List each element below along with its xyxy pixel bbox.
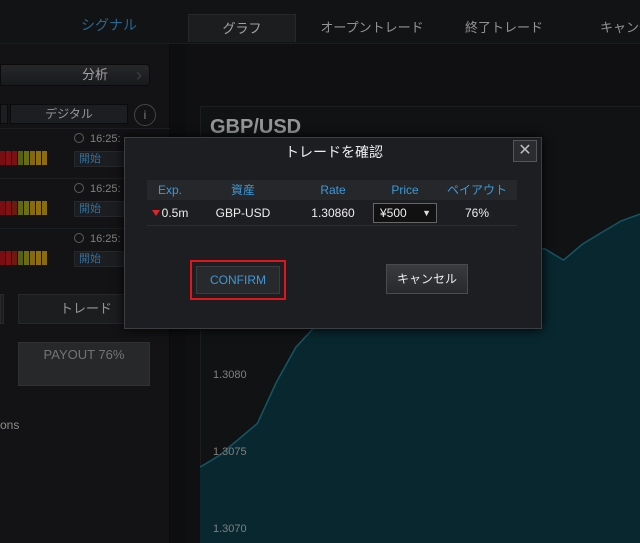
header-price: Price bbox=[391, 183, 419, 197]
exp-cell: 0.5m bbox=[147, 200, 193, 225]
rate-cell: 1.30860 bbox=[311, 206, 355, 220]
payout-cell: 76% bbox=[464, 206, 490, 220]
cancel-button[interactable]: キャンセル bbox=[386, 264, 468, 294]
header-asset: 資産 bbox=[230, 183, 255, 197]
table-row: 0.5m GBP-USD 1.30860 ¥500 ▼ 76% bbox=[147, 200, 517, 226]
header-rate: Rate bbox=[320, 183, 346, 197]
dialog-title: トレードを確認 bbox=[285, 144, 383, 160]
header-payout: ペイアウト bbox=[446, 183, 507, 197]
price-cell: ¥500 ▼ bbox=[373, 200, 437, 225]
header-exp: Exp. bbox=[157, 183, 182, 197]
down-arrow-icon bbox=[151, 210, 160, 216]
trade-summary-table: Exp. 資産 Rate Price ペイアウト 0.5m GBP-USD 1.… bbox=[147, 180, 517, 226]
price-value: ¥500 bbox=[380, 206, 407, 220]
table-header: Exp. 資産 Rate Price ペイアウト bbox=[147, 180, 517, 200]
confirm-button[interactable]: CONFIRM bbox=[196, 266, 280, 294]
app-root: シグナル グラフ オープントレード 終了トレード キャンセ 分析 ››› デジタ… bbox=[0, 0, 640, 543]
price-select[interactable]: ¥500 ▼ bbox=[373, 203, 437, 223]
confirm-highlight: CONFIRM bbox=[190, 260, 286, 300]
confirm-trade-dialog: トレードを確認 ✕ Exp. 資産 Rate Price ペイアウト 0.5m … bbox=[124, 137, 542, 329]
exp-value: 0.5m bbox=[161, 206, 189, 220]
close-icon[interactable]: ✕ bbox=[513, 140, 537, 162]
asset-cell: GBP-USD bbox=[215, 206, 271, 220]
chevron-down-icon: ▼ bbox=[422, 208, 431, 218]
